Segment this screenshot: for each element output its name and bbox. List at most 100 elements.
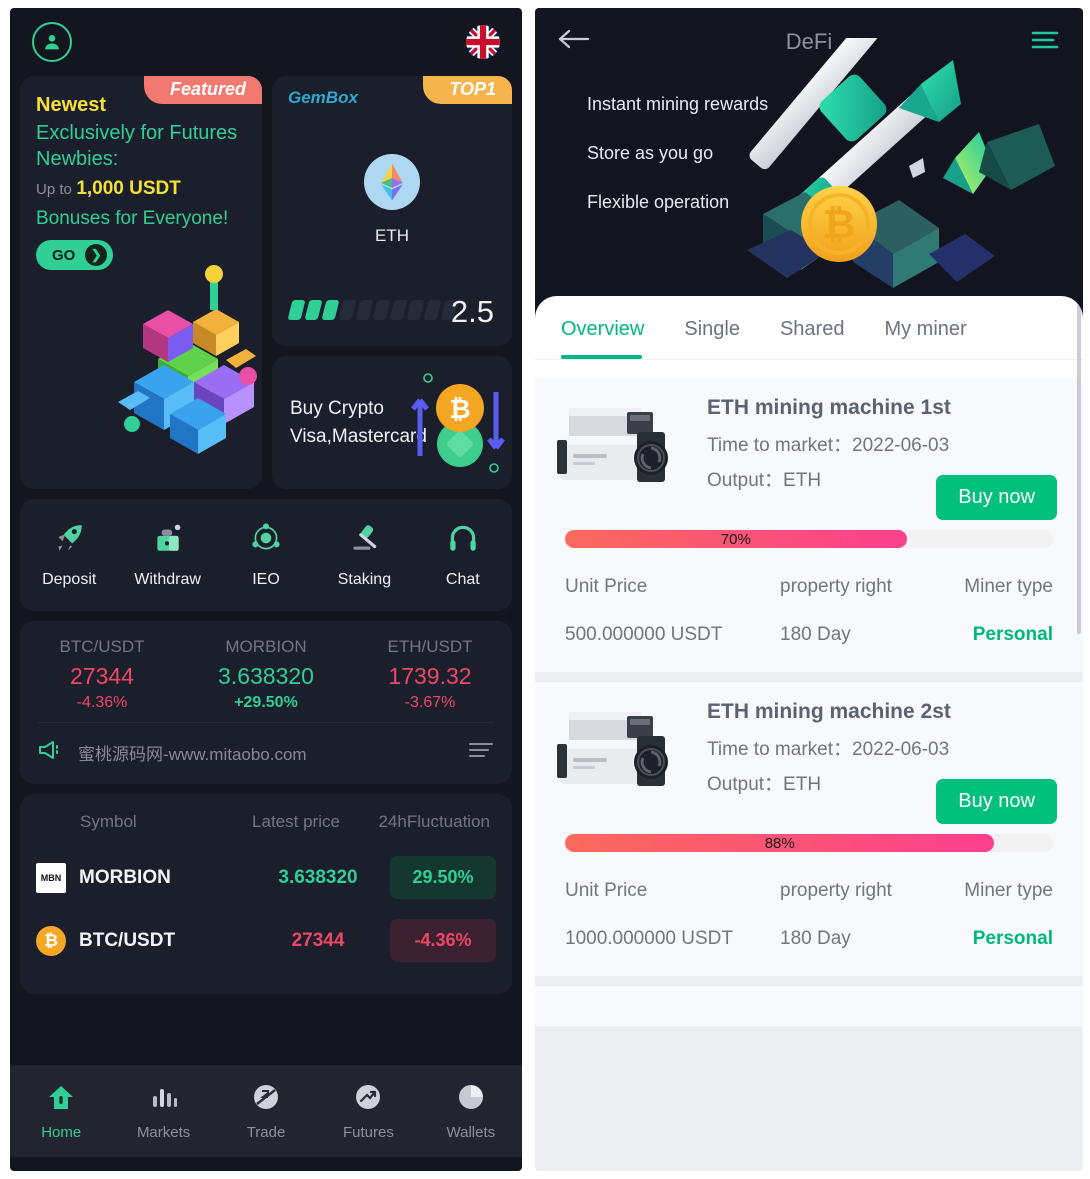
meter-segment <box>304 300 323 320</box>
promo-go-button[interactable]: GO ❯ <box>36 240 114 271</box>
miner-name: ETH mining machine 2st <box>707 700 951 723</box>
asic-miner-photo <box>553 396 693 504</box>
buy-now-button[interactable]: Buy now <box>936 779 1057 824</box>
column-header-change: 24hFluctuation <box>378 812 490 831</box>
nav-label: Markets <box>136 1123 191 1141</box>
uk-flag-icon[interactable] <box>466 25 500 59</box>
list-item[interactable]: ETH mining machine 2st Time to market：20… <box>535 682 1083 976</box>
list-item-partial[interactable] <box>535 986 1083 1026</box>
column-header-price: Latest price <box>252 812 340 831</box>
spec-value-row: 500.000000 USDT 180 Day Personal <box>535 624 1083 646</box>
quick-action-ieo[interactable]: IEO <box>217 521 315 589</box>
defi-hero: DeFi Instant mining rewards Store as you… <box>535 8 1083 318</box>
gembox-score: 2.5 <box>450 294 494 329</box>
time-label: Time to market： <box>707 435 852 456</box>
bar-chart-icon <box>149 1082 179 1117</box>
meter-segment <box>372 300 391 320</box>
tab-shared[interactable]: Shared <box>760 312 865 359</box>
quick-action-label: Staking <box>337 571 392 588</box>
meter-segment <box>406 300 425 320</box>
list-menu-icon[interactable] <box>468 741 494 764</box>
hero-bullet: Store as you go <box>587 143 714 163</box>
gembox-card[interactable]: GemBox TOP1 ETH 2.5 <box>272 76 512 346</box>
nav-item-markets[interactable]: Markets <box>112 1082 214 1141</box>
spec-header-row: Unit Price property right Miner type <box>535 880 1083 902</box>
top1-ribbon: TOP1 <box>423 76 512 104</box>
miner-time-to-market: Time to market：2022-06-03 <box>707 734 1065 761</box>
column-header-symbol: Symbol <box>80 812 137 831</box>
gembox-coin-name: ETH <box>375 226 409 245</box>
meter-segment <box>287 300 306 320</box>
ticker-change: +29.50% <box>234 694 298 711</box>
hamburger-menu-icon[interactable] <box>1029 28 1061 57</box>
column-header-property-right: property right <box>780 576 892 597</box>
miner-details: ETH mining machine 2st Time to market：20… <box>693 700 1065 824</box>
market-symbol-name: BTC/USDT <box>79 929 176 951</box>
tab-label: Overview <box>561 318 645 340</box>
nav-label: Trade <box>246 1123 286 1141</box>
notice-container: 蜜桃源码网-www.mitaobo.com <box>20 722 512 784</box>
promo-newest-label: Newest <box>36 94 107 116</box>
gavel-icon <box>347 521 381 560</box>
buy-now-button[interactable]: Buy now <box>936 475 1057 520</box>
nav-label: Futures <box>342 1123 394 1141</box>
miner-name: ETH mining machine 1st <box>707 396 951 419</box>
tab-overview[interactable]: Overview <box>561 312 664 359</box>
ticker-strip: BTC/USDT 27344 -4.36% MORBION 3.638320 +… <box>20 621 512 722</box>
banner-right-column: GemBox TOP1 ETH 2.5 Buy Crypto Visa,Mast… <box>272 76 512 489</box>
miner-list[interactable]: ETH mining machine 1st Time to market：20… <box>535 378 1083 1171</box>
tab-single[interactable]: Single <box>664 312 760 359</box>
market-price: 27344 <box>291 929 345 951</box>
rocket-icon <box>52 521 86 560</box>
morbion-logo-icon: MBN <box>36 862 66 893</box>
quick-action-label: Chat <box>445 571 480 588</box>
promo-amount-row: Up to 1,000 USDT <box>36 178 246 200</box>
page-title: DeFi <box>785 29 833 54</box>
column-header-unit-price: Unit Price <box>565 576 648 597</box>
promo-banner-card[interactable]: Featured Newest Exclusively for Futures … <box>20 76 262 489</box>
ticker-item[interactable]: MORBION 3.638320 +29.50% <box>184 637 348 712</box>
miner-unit-price: 500.000000 USDT <box>565 624 723 645</box>
table-row-partial[interactable] <box>20 972 512 994</box>
crypto-exchange-arrows-icon: ₿ <box>398 364 508 482</box>
ticker-name: MORBION <box>225 637 307 656</box>
quick-action-staking[interactable]: Staking <box>315 521 413 589</box>
asic-miner-photo <box>553 700 693 808</box>
column-header-miner-type: Miner type <box>964 576 1053 597</box>
screenshot-root: Featured Newest Exclusively for Futures … <box>0 0 1090 1179</box>
chevron-right-icon: ❯ <box>85 244 108 267</box>
column-header-miner-type: Miner type <box>964 880 1053 901</box>
table-row[interactable]: ₿ BTC/USDT 27344 -4.36% <box>20 909 512 972</box>
user-avatar-icon[interactable] <box>32 22 72 62</box>
quick-action-withdraw[interactable]: Withdraw <box>118 521 216 589</box>
right-phone-screen: DeFi Instant mining rewards Store as you… <box>535 8 1083 1171</box>
nav-item-trade[interactable]: Trade <box>215 1082 317 1141</box>
left-topbar <box>10 8 522 76</box>
ticker-price: 3.638320 <box>218 663 314 689</box>
nav-item-wallets[interactable]: Wallets <box>420 1082 522 1141</box>
tab-my-miner[interactable]: My miner <box>864 312 986 359</box>
promo-upto-label: Up to <box>36 181 72 199</box>
quick-action-chat[interactable]: Chat <box>414 521 512 589</box>
time-label: Time to market： <box>707 739 852 760</box>
buy-crypto-card[interactable]: Buy Crypto Visa,Mastercard ₿ <box>272 356 512 489</box>
nav-item-home[interactable]: Home <box>10 1082 112 1141</box>
ticker-change: -4.36% <box>76 694 128 711</box>
bitcoin-logo-icon: ₿ <box>36 925 66 956</box>
defi-header: DeFi <box>535 8 1083 76</box>
quick-actions-bar: Deposit Withdraw IEO Staking Chat <box>20 499 512 611</box>
ticker-item[interactable]: BTC/USDT 27344 -4.36% <box>20 637 184 712</box>
miner-property-right: 180 Day <box>780 928 851 949</box>
announcement-bar[interactable]: 蜜桃源码网-www.mitaobo.com <box>38 739 494 766</box>
scrollbar-thumb[interactable] <box>1077 304 1081 634</box>
meter-segment <box>355 300 374 320</box>
nav-item-futures[interactable]: Futures <box>317 1082 419 1141</box>
ticker-change: -3.67% <box>404 694 456 711</box>
list-item[interactable]: ETH mining machine 1st Time to market：20… <box>535 378 1083 672</box>
quick-action-deposit[interactable]: Deposit <box>20 521 118 589</box>
ticker-item[interactable]: ETH/USDT 1739.32 -3.67% <box>348 637 512 712</box>
market-symbol-cell: ₿ BTC/USDT <box>36 925 246 956</box>
promo-headline: Exclusively for Futures Newbies: <box>36 122 238 170</box>
table-row[interactable]: MBN MORBION 3.638320 29.50% <box>20 846 512 909</box>
time-value: 2022-06-03 <box>852 739 950 760</box>
